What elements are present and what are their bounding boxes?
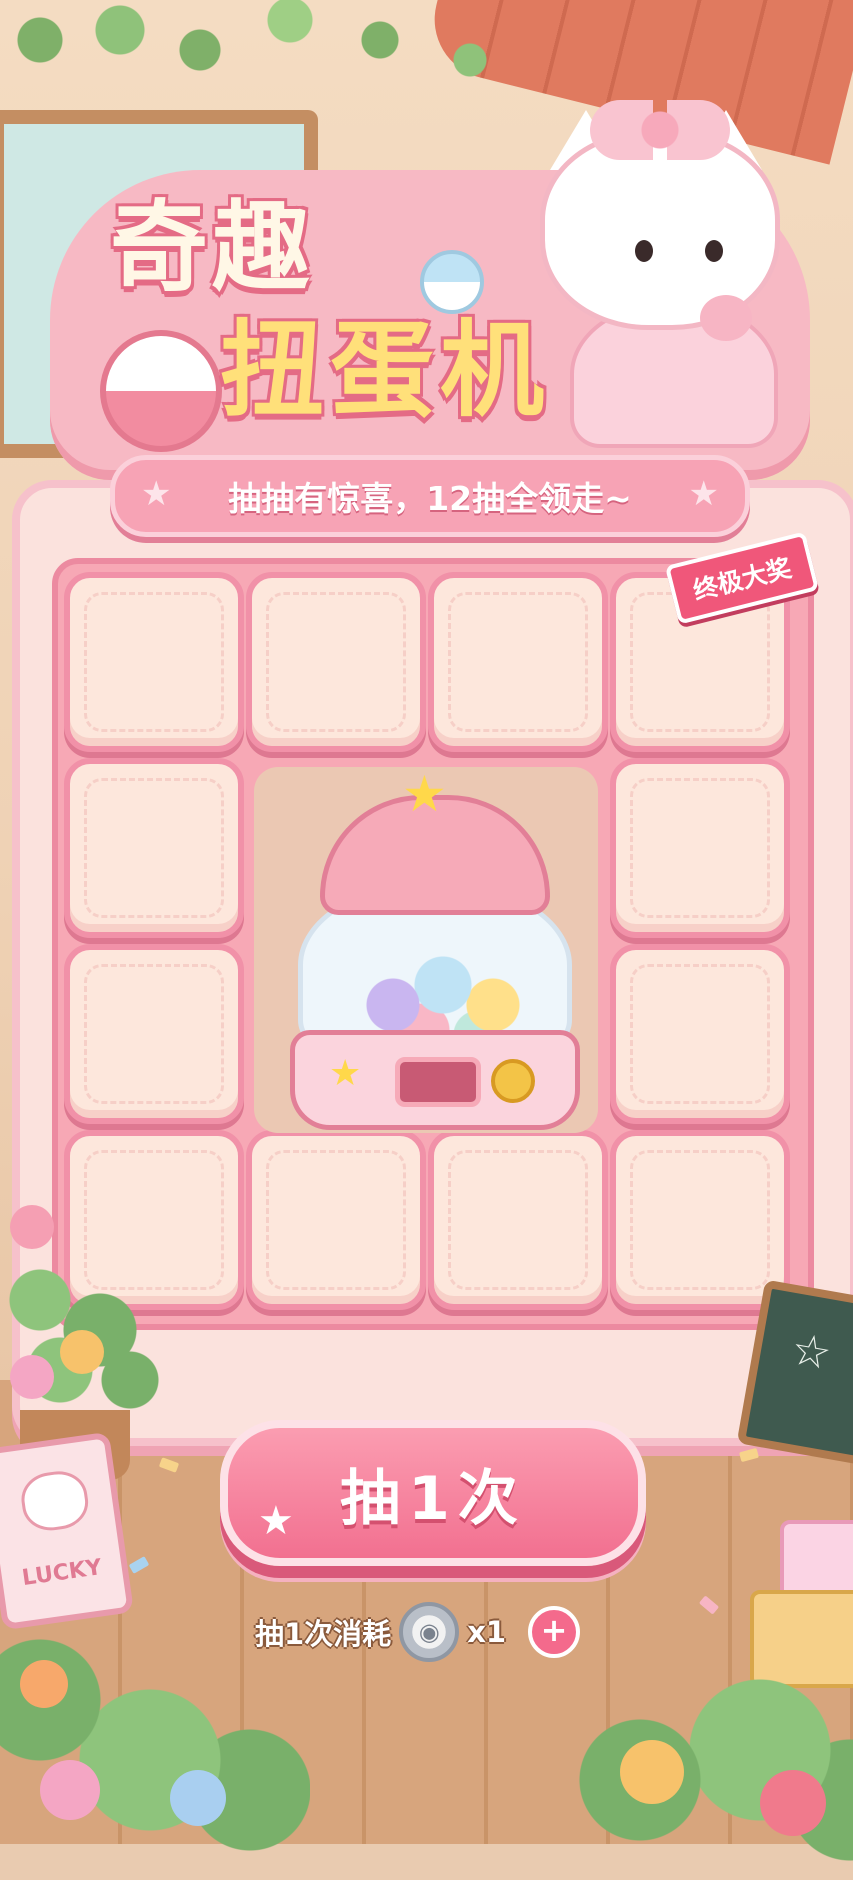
prize-slot-inner <box>84 778 224 918</box>
star-icon: ★ <box>258 1498 294 1544</box>
prize-slot-11[interactable] <box>64 944 244 1124</box>
prize-slot-inner <box>84 964 224 1104</box>
flower-icon <box>170 1770 226 1826</box>
star-icon: ★ <box>688 474 719 514</box>
prize-slot-9[interactable] <box>246 1130 426 1310</box>
prize-slot-inner <box>630 1150 770 1290</box>
gacha-coin-icon: ◉ <box>399 1602 460 1662</box>
flower-icon <box>60 1330 104 1374</box>
cat-eye-right <box>705 240 723 262</box>
prize-slot-inner <box>84 592 224 732</box>
flower-icon <box>760 1770 826 1836</box>
prize-slot-inner <box>630 778 770 918</box>
flower-icon <box>40 1760 100 1820</box>
prize-slot-3[interactable] <box>428 572 608 752</box>
page-title-line-2: 扭蛋机 <box>220 309 551 431</box>
prize-slot-5[interactable] <box>610 758 790 938</box>
prize-slot-2[interactable] <box>246 572 426 752</box>
prize-slot-inner <box>630 964 770 1104</box>
star-icon: ★ <box>402 765 447 823</box>
cat-icon <box>18 1467 92 1535</box>
machine-base: ★ <box>290 1030 580 1130</box>
star-icon: ☆ <box>787 1323 836 1381</box>
capsule-slot <box>395 1057 481 1107</box>
prize-slot-inner <box>448 592 588 732</box>
prize-slot-inner <box>266 592 406 732</box>
prize-slot-12[interactable] <box>64 758 244 938</box>
prize-slot-inner <box>448 1150 588 1290</box>
add-coin-button[interactable]: + <box>528 1606 581 1658</box>
flower-icon <box>20 1660 68 1708</box>
prize-slot-6[interactable] <box>610 944 790 1124</box>
draw-cost-row: 抽1次消耗 ◉ x1 + <box>255 1602 581 1662</box>
cat-eye-left <box>635 240 653 262</box>
gacha-machine: ★ ★ <box>290 765 580 1130</box>
heart-icon <box>700 295 752 341</box>
draw-once-label: 抽1次 <box>340 1463 526 1534</box>
prize-slot-8[interactable] <box>428 1130 608 1310</box>
draw-cost-quantity: x1 <box>467 1615 507 1649</box>
star-icon: ★ <box>141 474 172 514</box>
bow-icon <box>590 100 730 160</box>
bush-decoration <box>560 1660 853 1880</box>
flower-icon <box>620 1740 684 1804</box>
cat-mascot <box>520 100 820 448</box>
subtitle-text: 抽抽有惊喜，12抽全领走~ <box>228 479 632 518</box>
flower-icon <box>10 1205 54 1249</box>
star-icon: ★ <box>329 1053 362 1094</box>
draw-cost-label: 抽1次消耗 <box>255 1617 392 1651</box>
prize-slot-1[interactable] <box>64 572 244 752</box>
cat-head <box>540 130 780 341</box>
prize-slot-inner <box>266 1150 406 1290</box>
prize-slot-7[interactable] <box>610 1130 790 1310</box>
subtitle-ribbon: ★ 抽抽有惊喜，12抽全领走~ ★ <box>110 455 750 537</box>
coin-slot-icon <box>491 1059 535 1103</box>
draw-once-button[interactable]: ★ 抽1次 <box>220 1420 646 1566</box>
lucky-sign-text: LUCKY <box>20 1555 104 1592</box>
capsule-decoration-icon <box>100 330 222 452</box>
flower-icon <box>10 1355 54 1399</box>
hanging-vine-decoration <box>0 0 560 120</box>
